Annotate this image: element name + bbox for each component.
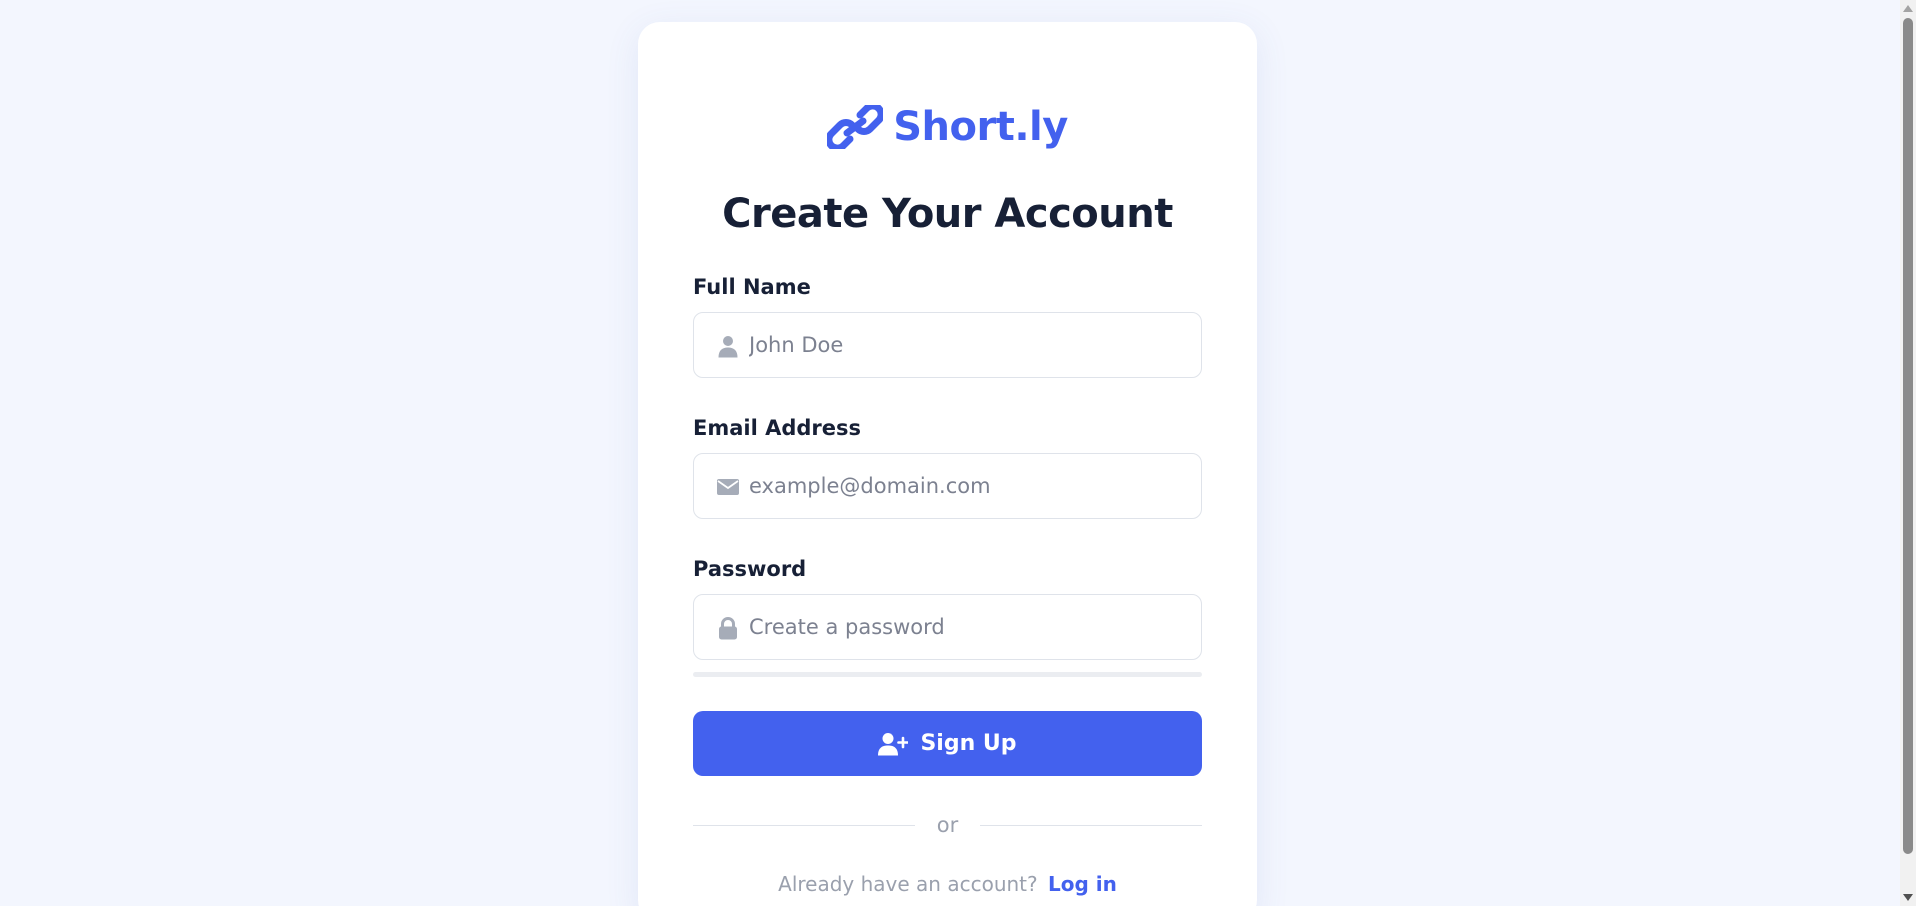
page-title: Create Your Account bbox=[722, 191, 1173, 237]
login-prompt-text: Already have an account? bbox=[778, 872, 1038, 896]
email-field[interactable] bbox=[693, 453, 1202, 519]
sign-up-label: Sign Up bbox=[920, 731, 1017, 756]
divider-line-right bbox=[980, 824, 1203, 826]
full-name-input[interactable] bbox=[694, 313, 1201, 377]
email-group: Email Address bbox=[693, 413, 1202, 519]
password-label: Password bbox=[693, 557, 807, 581]
scrollbar-thumb[interactable] bbox=[1903, 18, 1913, 854]
login-link[interactable]: Log in bbox=[1048, 872, 1117, 896]
sign-up-button[interactable]: Sign Up bbox=[693, 711, 1202, 776]
email-label: Email Address bbox=[693, 416, 862, 440]
scroll-down-arrow-icon[interactable] bbox=[1903, 894, 1913, 901]
divider-text: or bbox=[936, 813, 959, 837]
password-field[interactable] bbox=[693, 594, 1202, 660]
email-input[interactable] bbox=[694, 454, 1201, 518]
user-plus-icon bbox=[878, 732, 909, 755]
link-icon bbox=[827, 105, 884, 149]
or-divider: or bbox=[693, 807, 1203, 843]
full-name-field[interactable] bbox=[693, 312, 1202, 378]
login-prompt: Already have an account? Log in bbox=[638, 869, 1257, 899]
brand-logo[interactable]: Short.ly bbox=[638, 100, 1257, 154]
vertical-scrollbar[interactable] bbox=[1900, 0, 1916, 906]
brand-name: Short.ly bbox=[893, 104, 1068, 150]
password-input[interactable] bbox=[694, 595, 1201, 659]
full-name-label: Full Name bbox=[693, 275, 811, 299]
full-name-group: Full Name bbox=[693, 272, 1202, 378]
signup-card: Short.ly Create Your Account Full Name E… bbox=[638, 22, 1257, 906]
divider-line-left bbox=[693, 824, 915, 826]
scroll-up-arrow-icon[interactable] bbox=[1903, 5, 1913, 12]
password-group: Password bbox=[693, 554, 1202, 660]
password-strength-bar bbox=[693, 672, 1202, 677]
